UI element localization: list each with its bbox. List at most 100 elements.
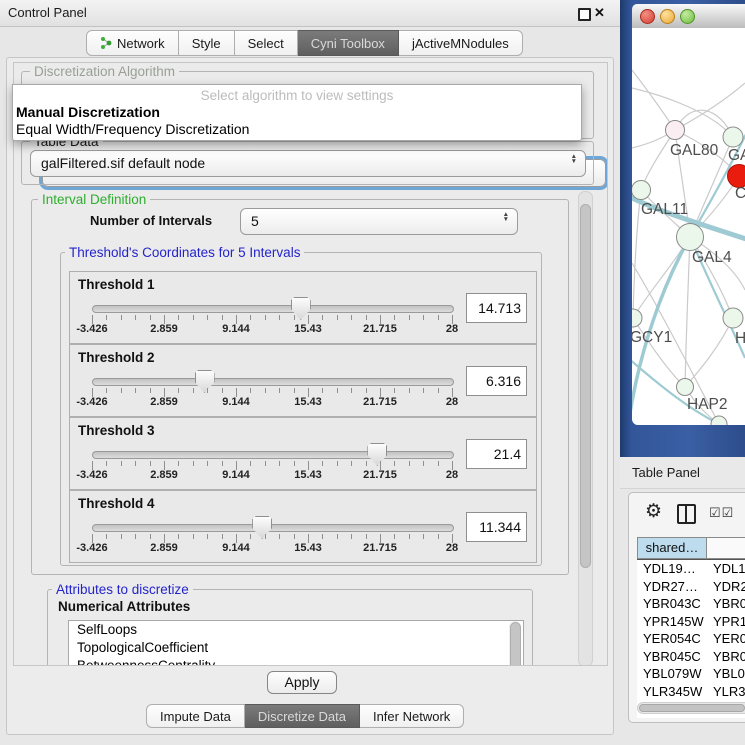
- column-header[interactable]: na: [707, 537, 745, 559]
- network-canvas[interactable]: GAL80GACGAL11GAL4GCY1HHAP2: [632, 28, 745, 425]
- network-node[interactable]: [723, 127, 743, 147]
- network-node[interactable]: [723, 308, 743, 328]
- table-cell[interactable]: YER0: [707, 630, 745, 648]
- table-cell[interactable]: YDL19…: [637, 560, 707, 578]
- table-cell[interactable]: YBL079W: [637, 665, 707, 683]
- gear-icon[interactable]: ⚙: [645, 502, 662, 522]
- table-cell[interactable]: YBR0: [707, 595, 745, 613]
- table-row[interactable]: YPR145WYPR1: [637, 613, 745, 631]
- table-cell[interactable]: YDR27…: [637, 578, 707, 596]
- slider-track[interactable]: [92, 451, 454, 459]
- network-node[interactable]: [632, 181, 651, 200]
- slider-ticks: [92, 534, 452, 544]
- apply-button[interactable]: Apply: [267, 671, 337, 694]
- threshold-value-field[interactable]: 6.316: [466, 366, 527, 396]
- tick-label: 21.715: [363, 396, 397, 408]
- table-horizontal-scrollbar[interactable]: [637, 702, 745, 714]
- mac-close-icon[interactable]: [640, 9, 655, 24]
- threshold-value-field[interactable]: 11.344: [466, 512, 527, 542]
- bottom-tab-impute-data[interactable]: Impute Data: [146, 704, 245, 728]
- attribute-list-item[interactable]: TopologicalCoefficient: [69, 639, 523, 657]
- float-window-icon[interactable]: [578, 8, 591, 21]
- network-node[interactable]: [632, 309, 642, 327]
- table-row[interactable]: YBR043CYBR0: [637, 595, 745, 613]
- network-node[interactable]: [677, 379, 694, 396]
- tab-network[interactable]: Network: [86, 30, 179, 56]
- tab-label: Cyni Toolbox: [311, 36, 385, 51]
- table-cell[interactable]: YLR3: [707, 683, 745, 701]
- network-node[interactable]: [666, 121, 685, 140]
- mac-zoom-icon[interactable]: [680, 9, 695, 24]
- checkbox-icons[interactable]: ☑☑: [709, 505, 734, 521]
- table-cell[interactable]: YDL1: [707, 560, 745, 578]
- minor-tick: [394, 388, 395, 393]
- tick-label: 28: [446, 323, 458, 335]
- close-icon[interactable]: ✕: [594, 0, 605, 26]
- table-cell[interactable]: YBR045C: [637, 648, 707, 666]
- numerical-attributes-list[interactable]: SelfLoopsTopologicalCoefficientBetweenne…: [68, 620, 524, 666]
- table-scrollbar-thumb[interactable]: [639, 704, 745, 712]
- minor-tick: [121, 315, 122, 320]
- table-cell[interactable]: YER054C: [637, 630, 707, 648]
- columns-icon[interactable]: [677, 504, 696, 524]
- table-panel-titlebar: Table Panel: [620, 457, 745, 489]
- table-row[interactable]: YLR345WYLR3: [637, 683, 745, 701]
- minor-tick: [409, 461, 410, 466]
- minor-tick: [294, 461, 295, 466]
- slider-track[interactable]: [92, 524, 454, 532]
- slider-track[interactable]: [92, 378, 454, 386]
- minor-tick: [135, 388, 136, 393]
- attribute-list-item[interactable]: SelfLoops: [69, 621, 523, 639]
- attributes-scrollbar[interactable]: [509, 621, 521, 666]
- thresholds-group: Threshold's Coordinates for 5 Intervals …: [60, 252, 542, 566]
- threshold-label: Threshold 3: [78, 423, 155, 438]
- minor-tick: [423, 315, 424, 320]
- table-row[interactable]: YDL19…YDL1: [637, 560, 745, 578]
- bottom-tab-discretize-data[interactable]: Discretize Data: [245, 704, 360, 728]
- tab-cyni-toolbox[interactable]: Cyni Toolbox: [298, 30, 399, 56]
- threshold-value-field[interactable]: 14.713: [466, 293, 527, 323]
- algorithm-option[interactable]: Equal Width/Frequency Discretization: [16, 121, 249, 137]
- network-node[interactable]: [677, 224, 704, 251]
- algorithm-dropdown-popup: Select algorithm to view settings Manual…: [12, 84, 582, 141]
- table-cell[interactable]: YBR043C: [637, 595, 707, 613]
- tick-label: 9.144: [222, 469, 250, 481]
- attribute-list-item[interactable]: BetweennessCentrality: [69, 657, 523, 666]
- table-row[interactable]: YER054CYER0: [637, 630, 745, 648]
- table-cell[interactable]: YPR1: [707, 613, 745, 631]
- combo-spinner-icon: ▲▼: [503, 212, 509, 222]
- panel-scrollbar-thumb[interactable]: [580, 204, 591, 568]
- number-of-intervals-select[interactable]: 5 ▲▼: [240, 208, 518, 235]
- table-row[interactable]: YBR045CYBR0: [637, 648, 745, 666]
- column-header[interactable]: shared…: [637, 537, 707, 559]
- table-cell[interactable]: YBR0: [707, 648, 745, 666]
- minor-tick: [351, 461, 352, 466]
- control-panel-tab-bar: Network StyleSelect Cyni Toolbox jActiveMNo…: [86, 30, 523, 56]
- table-row[interactable]: YBL079WYBL0: [637, 665, 745, 683]
- tab-label: Network: [117, 36, 165, 51]
- threshold-label: Threshold 4: [78, 496, 155, 511]
- network-node[interactable]: [711, 416, 727, 425]
- algorithm-option[interactable]: Manual Discretization: [16, 104, 160, 120]
- threshold-value-field[interactable]: 21.4: [466, 439, 527, 469]
- network-window-titlebar[interactable]: [632, 4, 745, 29]
- panel-vertical-scrollbar[interactable]: [578, 191, 593, 666]
- slider-track[interactable]: [92, 305, 454, 313]
- table-cell[interactable]: YPR145W: [637, 613, 707, 631]
- tab-select[interactable]: Select: [235, 30, 298, 56]
- network-edge: [633, 190, 641, 318]
- table-cell[interactable]: YLR345W: [637, 683, 707, 701]
- tick-label: 28: [446, 396, 458, 408]
- table-cell[interactable]: YBL0: [707, 665, 745, 683]
- minor-tick: [265, 315, 266, 320]
- table-data-select[interactable]: galFiltered.sif default node ▲▼: [30, 150, 586, 177]
- bottom-tab-infer-network[interactable]: Infer Network: [360, 704, 464, 728]
- tab-style[interactable]: Style: [179, 30, 235, 56]
- attributes-scrollbar-thumb[interactable]: [510, 622, 521, 666]
- tab-jactivemnodules[interactable]: jActiveMNodules: [399, 30, 523, 56]
- bottom-tab-label: Discretize Data: [258, 709, 346, 724]
- table-cell[interactable]: YDR2: [707, 578, 745, 596]
- mac-minimize-icon[interactable]: [660, 9, 675, 24]
- tick-label: 21.715: [363, 469, 397, 481]
- table-row[interactable]: YDR27…YDR2: [637, 578, 745, 596]
